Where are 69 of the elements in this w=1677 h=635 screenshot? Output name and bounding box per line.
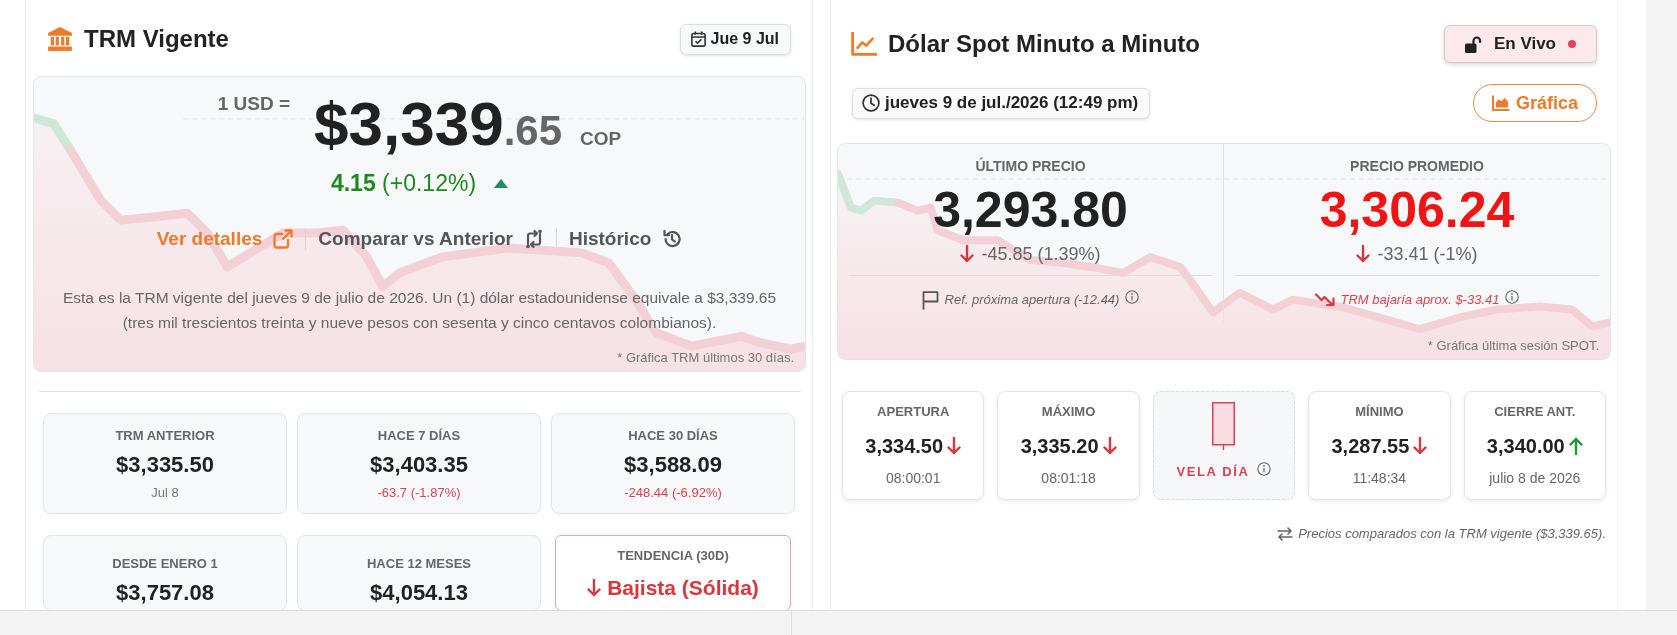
- rate-description: Esta es la TRM vigente del jueves 9 de julio de 2026. Un (1) dólar estadounidense equivale a $3,339.65 (tres mil trescientos treinta y nueve pesos con sesenta y cinco centavos colombianos).: [61, 288, 778, 333]
- swap-arrows-icon: [1277, 527, 1294, 541]
- date-button[interactable]: Jue 9 Jul: [679, 23, 791, 55]
- stat-value: 3,334.50: [865, 434, 944, 459]
- price-note: TRM bajaría aprox. $-33.41: [1340, 291, 1500, 309]
- price-note: Ref. próxima apertura (-12.44): [944, 291, 1120, 309]
- chart-caption: * Gráfica TRM últimos 30 días.: [617, 350, 794, 366]
- clock-icon: [862, 94, 880, 112]
- stat-value: $4,054.13: [370, 579, 468, 607]
- stat-value: $3,588.09: [624, 451, 722, 479]
- trend-value: Bajista (Sólida): [607, 575, 759, 601]
- stat-note: 11:48:34: [1352, 469, 1407, 488]
- rate-change: 4.15 (+0.12%): [330, 169, 477, 197]
- compare-link[interactable]: Comparar vs Anterior: [318, 228, 544, 250]
- stat-value: $3,757.08: [116, 579, 214, 607]
- info-icon[interactable]: [1125, 290, 1140, 304]
- stat-note: 08:01:18: [1041, 469, 1096, 488]
- calendar-icon: [690, 31, 706, 47]
- panel-title: TRM Vigente: [84, 25, 229, 53]
- external-link-icon: [273, 229, 294, 249]
- stat-label: CIERRE ANT.: [1494, 403, 1576, 421]
- rate-decimals: .65: [503, 110, 563, 152]
- stat-value: 3,335.20: [1020, 434, 1099, 459]
- area-chart-icon: [1491, 95, 1510, 111]
- stat-label: HACE 7 DÍAS: [377, 427, 461, 445]
- stat-note: julio 8 de 2026: [1489, 469, 1581, 488]
- stat-value: 3,340.00: [1486, 434, 1565, 459]
- stat-note: -63.7 (-1.87%): [377, 484, 461, 502]
- stat-value: $3,335.50: [116, 451, 214, 479]
- candle-card[interactable]: VELA DÍA: [1152, 391, 1296, 500]
- chart-caption: * Gráfica última sesión SPOT.: [1427, 337, 1599, 355]
- stat-label: HACE 30 DÍAS: [628, 427, 718, 445]
- live-button[interactable]: En Vivo: [1443, 25, 1597, 63]
- unlock-icon: [1464, 35, 1482, 53]
- info-icon[interactable]: [1505, 290, 1520, 304]
- price-label: PRECIO PROMEDIO: [1350, 157, 1484, 175]
- price-label: ÚLTIMO PRECIO: [975, 157, 1086, 175]
- info-icon[interactable]: [1257, 462, 1272, 476]
- stat-label: DESDE ENERO 1: [112, 555, 218, 573]
- price-change: -33.41 (-1%): [1377, 243, 1478, 266]
- timestamp-button[interactable]: jueves 9 de jul./2026 (12:49 pm): [852, 87, 1151, 119]
- stat-note: -248.44 (-6.92%): [624, 484, 722, 502]
- trend-down-icon: [1314, 293, 1335, 307]
- rate-value: $3,339: [314, 93, 504, 155]
- bank-icon: [47, 27, 73, 51]
- line-chart-icon: [851, 32, 877, 56]
- price-change: -45.85 (1.39%): [981, 243, 1101, 266]
- stat-label: TENDENCIA (30D): [617, 547, 729, 565]
- currency-label: COP: [580, 128, 622, 150]
- panel-title: Dólar Spot Minuto a Minuto: [888, 30, 1200, 58]
- stat-note: Jul 8: [151, 484, 179, 502]
- price-value: 3,293.80: [933, 184, 1128, 236]
- stat-value: 3,287.55: [1331, 434, 1410, 459]
- stat-label: TRM ANTERIOR: [115, 427, 215, 445]
- price-value: 3,306.24: [1319, 184, 1515, 236]
- stat-label: MÁXIMO: [1041, 403, 1096, 421]
- stat-note: 08:00:01: [885, 469, 941, 488]
- rate-prefix: 1 USD =: [217, 93, 291, 115]
- candle-label: VELA DÍA: [1176, 463, 1250, 481]
- swap-arrows-icon: [523, 229, 544, 249]
- stat-value: $3,403.35: [370, 451, 468, 479]
- comparison-note: Precios comparados con la TRM vigente ($3,339.65).: [1298, 525, 1606, 543]
- stat-label: MÍNIMO: [1355, 403, 1404, 421]
- stat-label: APERTURA: [877, 403, 950, 421]
- history-icon: [662, 229, 683, 249]
- flag-icon: [921, 290, 939, 310]
- candlestick-icon: [1212, 402, 1236, 450]
- stat-label: HACE 12 MESES: [366, 555, 471, 573]
- history-link[interactable]: Histórico: [568, 228, 683, 250]
